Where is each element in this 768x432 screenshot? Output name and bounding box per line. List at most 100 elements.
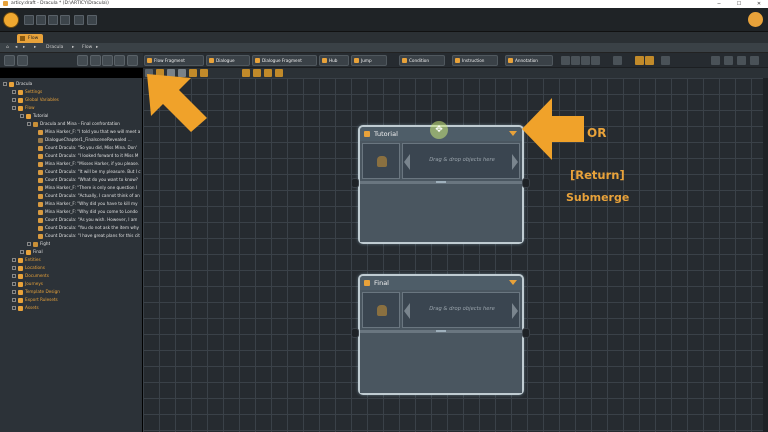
close-button[interactable]: ✕ [752, 0, 766, 8]
tree-item-line[interactable]: Count Dracula: "It will be my pleasure. … [38, 168, 141, 176]
tree-item-line[interactable]: Mina Harker_F: "Why did you come to Lond… [38, 208, 138, 216]
tree-item-global-variables[interactable]: Global Variables [12, 96, 59, 104]
distribute-icon[interactable] [275, 69, 283, 77]
tree-item-dracula[interactable]: Dracula [3, 80, 32, 88]
anchor-icon[interactable] [591, 56, 600, 65]
flow-fragment-button[interactable]: Flow Fragment [144, 55, 204, 66]
flow-node-final[interactable]: Final Drag & drop objects here [358, 274, 524, 395]
target-icon[interactable] [90, 55, 101, 66]
tree-item-line[interactable]: Count Dracula: "I have great plans for t… [38, 232, 140, 240]
tree-item-line[interactable]: DialogueChapter1_FinalsceneRevealed ... [38, 136, 132, 144]
resize-grip-icon[interactable] [436, 330, 446, 332]
settings-icon[interactable] [711, 56, 720, 65]
tree-item-line[interactable]: Count Dracula: "Actually, I cannot think… [38, 192, 140, 200]
tree-item-line[interactable]: Count Dracula: "I looked forward to it M… [38, 152, 138, 160]
expand-icon[interactable] [12, 306, 16, 310]
dialogue-button[interactable]: Dialogue [206, 55, 250, 66]
expand-icon[interactable] [12, 266, 16, 270]
help-icon[interactable] [87, 15, 97, 25]
drop-zone[interactable]: Drag & drop objects here [402, 143, 520, 179]
preview-image-slot[interactable] [362, 292, 400, 328]
align-left-icon[interactable] [242, 69, 250, 77]
output-pin[interactable] [522, 328, 530, 338]
navigator-menu-icon[interactable] [4, 55, 15, 66]
tree-item-flow[interactable]: Flow [12, 104, 35, 112]
instruction-button[interactable]: Instruction [452, 55, 498, 66]
tree-item-line[interactable]: Mina Harker_F: "Misses Harker, if you pl… [38, 160, 139, 168]
expand-icon[interactable] [12, 90, 16, 94]
grid-view-icon[interactable] [737, 56, 746, 65]
filter-icon[interactable] [77, 55, 88, 66]
tree-item-final[interactable]: Final [20, 248, 43, 256]
new-project-icon[interactable] [24, 15, 34, 25]
tree-item-documents[interactable]: Documents [12, 272, 49, 280]
jump-button[interactable]: Jump [351, 55, 387, 66]
node-text-area[interactable] [360, 184, 522, 242]
tree-item-entities[interactable]: Entities [12, 256, 41, 264]
tree-item-export-rulesets[interactable]: Export Rulesets [12, 296, 58, 304]
condition-button[interactable]: Condition [399, 55, 445, 66]
collapse-icon[interactable] [3, 82, 7, 86]
home-icon[interactable]: ⌂ [6, 44, 9, 52]
tree-item-line[interactable]: Mina Harker_F: "Why did you have to kill… [38, 200, 138, 208]
tree-item-assets[interactable]: Assets [12, 304, 39, 312]
tile-view-icon[interactable] [645, 56, 654, 65]
tree-item-dialogue[interactable]: Dracula and Mina - Final confrontation [27, 120, 120, 128]
expand-icon[interactable] [12, 98, 16, 102]
align-right-icon[interactable] [264, 69, 272, 77]
collapse-icon[interactable] [20, 114, 24, 118]
tree-item-line[interactable]: Count Dracula: "As you wish. However, I … [38, 216, 137, 224]
zoom-out-icon[interactable] [571, 56, 580, 65]
tree-item-line[interactable]: Mina Harker_F: "There is only one questi… [38, 184, 137, 192]
breadcrumb-flow[interactable]: Flow [82, 44, 92, 52]
dialogue-fragment-button[interactable]: Dialogue Fragment [252, 55, 317, 66]
search-icon[interactable] [102, 55, 113, 66]
canvas-scrollbar[interactable] [763, 78, 768, 432]
submerge-arrow-icon[interactable] [509, 131, 517, 136]
expand-icon[interactable] [20, 250, 24, 254]
minimize-button[interactable]: ─ [712, 0, 726, 8]
resize-grip-icon[interactable] [436, 181, 446, 183]
articy-logo-icon[interactable] [3, 12, 19, 28]
drop-zone[interactable]: Drag & drop objects here [402, 292, 520, 328]
expand-icon[interactable] [12, 274, 16, 278]
tree-item-template-design[interactable]: Template Design [12, 288, 60, 296]
expand-icon[interactable] [12, 282, 16, 286]
tree-item-journeys[interactable]: Journeys [12, 280, 43, 288]
save-icon[interactable] [36, 15, 46, 25]
zoom-in-icon[interactable] [561, 56, 570, 65]
details-view-icon[interactable] [750, 56, 759, 65]
tree-item-line[interactable]: Mina Harker_F: "I told you that we will … [38, 128, 140, 136]
expand-icon[interactable] [12, 298, 16, 302]
tree-item-settings[interactable]: Settings [12, 88, 42, 96]
presentation-icon[interactable] [661, 56, 670, 65]
expand-icon[interactable] [27, 242, 31, 246]
hub-button[interactable]: Hub [319, 55, 349, 66]
fit-view-icon[interactable] [581, 56, 590, 65]
input-pin[interactable] [351, 328, 359, 338]
collapse-icon[interactable] [12, 106, 16, 110]
layout-icon[interactable] [74, 15, 84, 25]
input-pin[interactable] [351, 178, 359, 188]
tree-item-tutorial[interactable]: Tutorial [20, 112, 48, 120]
navigator-view-icon[interactable] [17, 55, 28, 66]
align-center-icon[interactable] [253, 69, 261, 77]
breadcrumb-dracula[interactable]: Dracula [46, 44, 63, 52]
output-pin[interactable] [522, 178, 530, 188]
back-icon[interactable]: ◂ [15, 44, 17, 52]
submerge-arrow-icon[interactable] [509, 280, 517, 285]
arrow-right-icon[interactable] [512, 303, 518, 319]
find-icon[interactable] [613, 56, 622, 65]
stop-icon[interactable] [114, 55, 125, 66]
list-view-icon[interactable] [724, 56, 733, 65]
expand-icon[interactable] [12, 290, 16, 294]
tree-item-line[interactable]: Count Dracula: "So you did, Miss Mina. D… [38, 144, 137, 152]
tree-item-line[interactable]: Count Dracula: "You do not ask the item … [38, 224, 139, 232]
preview-image-slot[interactable] [362, 143, 400, 179]
user-avatar-icon[interactable] [748, 12, 763, 27]
collapse-icon[interactable] [27, 122, 31, 126]
arrow-right-icon[interactable] [512, 154, 518, 170]
forward-icon[interactable]: ▸ [23, 44, 25, 52]
node-text-area[interactable] [360, 333, 522, 393]
flow-node-tutorial[interactable]: Tutorial Drag & drop objects here [358, 125, 524, 244]
